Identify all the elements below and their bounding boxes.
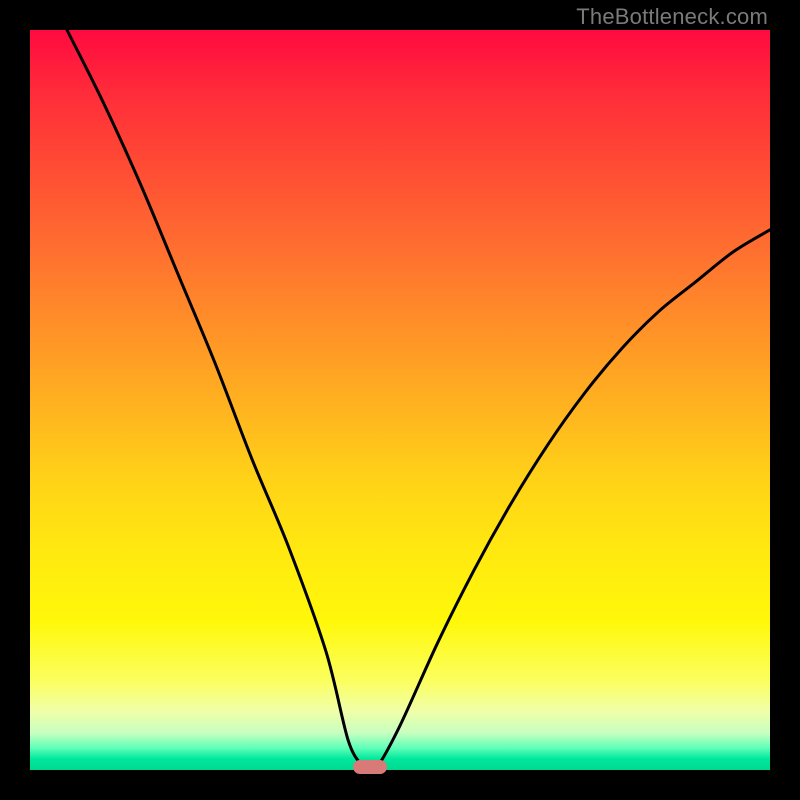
optimal-marker: [353, 760, 387, 774]
watermark-text: TheBottleneck.com: [576, 4, 768, 30]
chart-frame: TheBottleneck.com: [0, 0, 800, 800]
bottleneck-curve: [30, 30, 770, 770]
plot-area: [30, 30, 770, 770]
